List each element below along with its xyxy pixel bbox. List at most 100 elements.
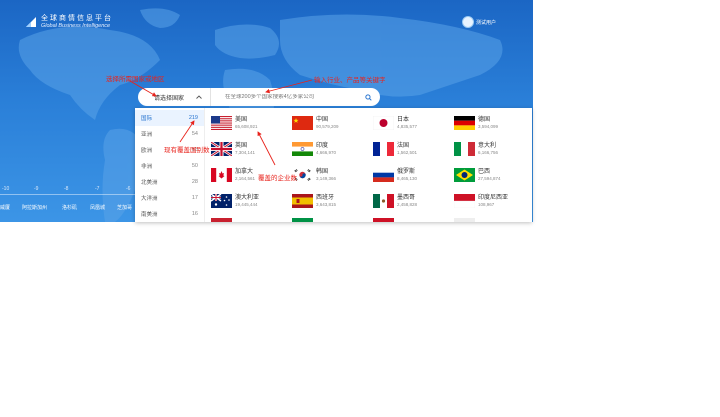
search-icon[interactable] [365,93,372,101]
jp-flag-icon [373,116,394,130]
avatar[interactable] [462,16,474,28]
region-count: 50 [191,163,198,169]
region-count: 28 [191,179,198,185]
id-flag-icon [454,194,475,208]
country-card[interactable]: 中国 90,579,209 [292,114,370,132]
it-flag-icon [454,142,475,156]
city-label: 芝加哥 [117,205,133,211]
logo[interactable]: 全球商情信息平台 Global Business Intelligence [24,14,113,30]
region-label: 大洋洲 [141,196,158,202]
de-flag-icon [454,116,475,130]
region-item-north-america[interactable]: 北美洲 28 [135,174,204,190]
user-menu[interactable]: 测试用户 [462,16,496,28]
company-count: 1,562,501 [397,149,418,155]
country-name: 法国 [397,142,410,149]
user-name[interactable]: 测试用户 [476,19,496,26]
region-label: 非洲 [141,164,153,170]
logo-mark-icon [24,15,38,29]
country-name: 俄罗斯 [397,168,416,175]
country-card[interactable]: 法国 1,562,501 [373,140,451,158]
ru-flag-icon [373,168,394,182]
country-name: 中国 [316,116,329,123]
country-card[interactable]: 英国 7,304,141 [211,140,289,158]
in-flag-icon [292,142,313,156]
uk-flag-icon [211,142,232,156]
country-name: 加拿大 [235,168,254,175]
company-count: 2,164,561 [235,175,256,181]
annotation-company-count: 覆盖的企业数 [258,175,297,182]
br-flag-icon [454,168,475,182]
annotation-country-count: 现有覆盖国别数 [164,147,210,154]
city-label: 威厦 [0,205,11,211]
country-dropdown[interactable]: 请选择国家 [138,88,210,106]
country-card[interactable]: 印度 4,666,970 [292,140,370,158]
region-list: 国际 219 亚洲 54 欧洲 53 非洲 50 北美洲 28 大洋洲 17 南美洲 16 [135,108,205,222]
search-bar[interactable] [210,88,380,106]
country-name: 巴西 [478,168,491,175]
es-flag-icon [292,194,313,208]
country-card[interactable]: 美国 65,608,921 [211,114,289,132]
region-item-south-america[interactable]: 南美洲 16 [135,206,204,222]
country-card[interactable]: 日本 4,835,577 [373,114,451,132]
city-label: 洛杉矶 [62,205,78,211]
cn-flag-icon [292,116,313,130]
country-name: 澳大利亚 [235,194,260,201]
country-card[interactable]: 澳大利亚 19,445,444 [211,192,289,210]
region-item-international[interactable]: 国际 219 [135,110,204,126]
country-card[interactable]: 俄罗斯 8,465,130 [373,166,451,184]
company-count: 108,967 [478,201,495,207]
country-name: 德国 [478,116,491,123]
annotation-enter-keyword: 输入行业、产品等关键字 [314,77,386,84]
chevron-up-icon [196,95,202,99]
country-name: 英国 [235,142,248,149]
region-item-asia[interactable]: 亚洲 54 [135,126,204,142]
flag-partial [292,218,313,222]
au-flag-icon [211,194,232,208]
region-count: 54 [191,131,198,137]
flag-partial [211,218,232,222]
region-count: 219 [188,115,198,121]
us-flag-icon [211,116,232,130]
logo-title: 全球商情信息平台 [41,15,113,22]
region-item-oceania[interactable]: 大洋洲 17 [135,190,204,206]
tick-label: -10 [2,186,10,192]
country-card[interactable]: 墨西哥 2,458,828 [373,192,451,210]
company-count: 90,579,209 [316,123,339,129]
company-count: 6,166,756 [478,149,499,155]
region-label: 国际 [141,116,153,122]
tick-label: -8 [64,186,69,192]
country-dropdown-label: 请选择国家 [154,95,185,102]
fr-flag-icon [373,142,394,156]
search-input[interactable] [225,94,365,100]
company-count: 3,149,366 [316,175,337,181]
region-label: 亚洲 [141,132,153,138]
country-card[interactable]: 西班牙 3,643,815 [292,192,370,210]
region-count: 16 [191,211,198,217]
city-label: 凤凰城 [90,205,106,211]
company-count: 65,608,921 [235,123,258,129]
region-label: 北美洲 [141,180,158,186]
region-count: 17 [191,195,198,201]
country-card[interactable]: 德国 3,594,099 [454,114,532,132]
country-card[interactable]: 意大利 6,166,756 [454,140,532,158]
annotation-select-country: 选择所需国家或地区 [106,76,165,83]
company-count: 8,465,130 [397,175,418,181]
company-count: 7,304,141 [235,149,256,155]
country-card[interactable]: 韩国 3,149,366 [292,166,370,184]
company-count: 3,643,815 [316,201,337,207]
flag-partial [454,218,475,222]
country-name: 印度尼西亚 [478,194,509,201]
ca-flag-icon [211,168,232,182]
country-card[interactable]: 印度尼西亚 108,967 [454,192,532,210]
company-count: 4,835,577 [397,123,418,129]
company-count: 3,594,099 [478,123,499,129]
region-item-africa[interactable]: 非洲 50 [135,158,204,174]
country-picker-panel: 国际 219 亚洲 54 欧洲 53 非洲 50 北美洲 28 大洋洲 17 南美洲 16 美… [135,108,532,222]
region-label: 欧洲 [141,148,153,154]
country-name: 美国 [235,116,248,123]
tick-label: -7 [95,186,100,192]
mx-flag-icon [373,194,394,208]
country-name: 日本 [397,116,410,123]
flag-partial [373,218,394,222]
country-card[interactable]: 巴西 27,594,874 [454,166,532,184]
